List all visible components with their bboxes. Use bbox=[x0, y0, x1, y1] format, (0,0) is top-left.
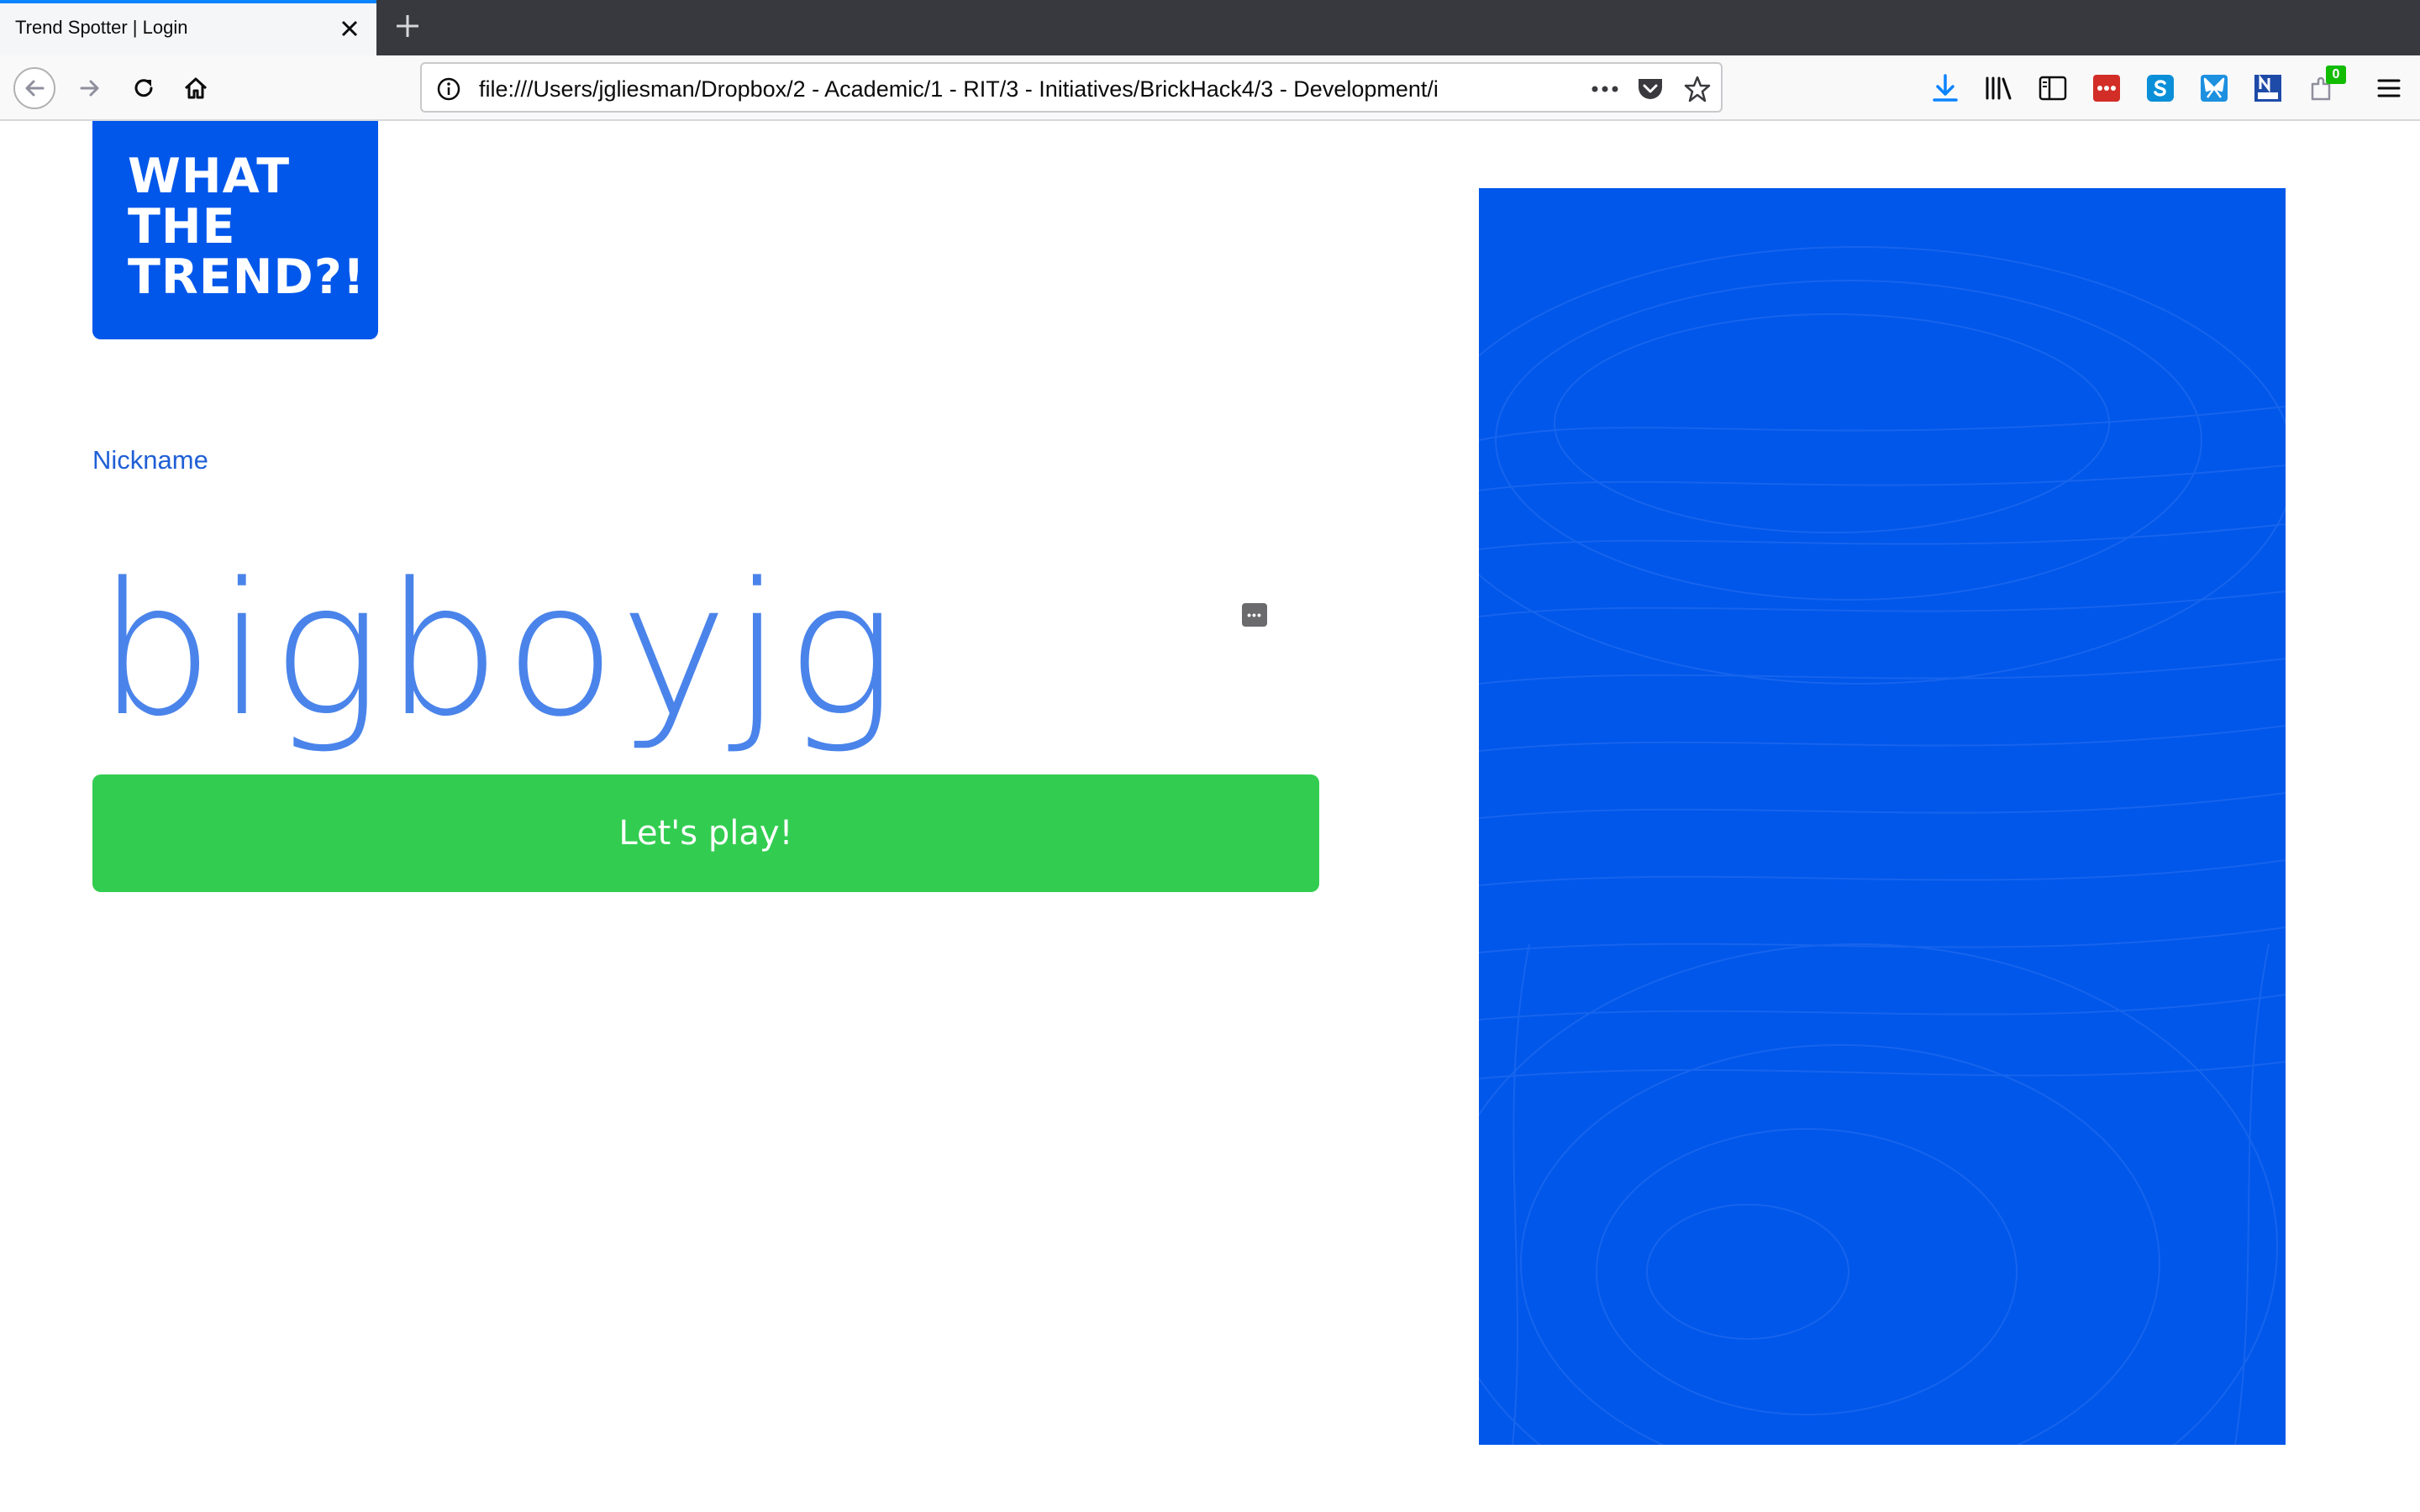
logo: WHAT THE TREND?! bbox=[92, 121, 378, 339]
topographic-pattern bbox=[1479, 246, 2286, 1445]
tab-active[interactable]: Trend Spotter | Login bbox=[0, 0, 376, 55]
home-button[interactable] bbox=[175, 67, 217, 109]
react-devtools-extension[interactable] bbox=[2196, 71, 2232, 106]
arrow-right-icon bbox=[80, 80, 99, 97]
nav-toolbar: file:///Users/jgliesman/Dropbox/2 - Acad… bbox=[0, 55, 2420, 121]
home-icon bbox=[184, 77, 208, 99]
nickname-input[interactable] bbox=[92, 482, 1328, 818]
skype-extension[interactable] bbox=[2143, 71, 2178, 106]
news-extension[interactable] bbox=[2250, 71, 2286, 106]
extension-badge: 0 bbox=[2326, 66, 2346, 84]
url-bar[interactable]: file:///Users/jgliesman/Dropbox/2 - Acad… bbox=[420, 62, 1723, 113]
menu-button[interactable] bbox=[2371, 71, 2407, 106]
puzzle-extension[interactable]: 0 bbox=[2304, 66, 2346, 106]
close-tab-icon[interactable] bbox=[336, 15, 363, 42]
page-actions-button[interactable] bbox=[1590, 74, 1620, 104]
play-button[interactable]: Let's play! bbox=[92, 774, 1319, 892]
forward-button[interactable] bbox=[69, 67, 111, 109]
pocket-icon bbox=[1639, 79, 1662, 99]
back-button[interactable] bbox=[13, 67, 55, 109]
download-icon bbox=[1933, 74, 1958, 102]
sidebar-icon bbox=[2039, 76, 2067, 101]
tab-title: Trend Spotter | Login bbox=[15, 17, 188, 38]
page-content: WHAT THE TREND?! Nickname ••• Let's play… bbox=[0, 121, 2420, 1512]
lastpass-extension[interactable] bbox=[2089, 71, 2124, 106]
library-icon bbox=[1986, 76, 2012, 100]
skype-icon bbox=[2147, 75, 2174, 102]
star-icon bbox=[1684, 76, 1711, 102]
new-tab-icon[interactable] bbox=[392, 10, 424, 42]
reload-button[interactable] bbox=[123, 67, 165, 109]
hamburger-icon bbox=[2377, 79, 2401, 97]
logo-line-2: THE bbox=[128, 199, 236, 255]
library-button[interactable] bbox=[1981, 71, 2017, 106]
logo-line-1: WHAT bbox=[128, 149, 291, 204]
hero-panel bbox=[1479, 188, 2286, 1445]
dots-icon: ••• bbox=[1247, 608, 1262, 622]
reload-icon bbox=[134, 79, 153, 97]
logo-line-3: TREND?! bbox=[128, 249, 366, 305]
password-manager-icon[interactable]: ••• bbox=[1242, 603, 1267, 627]
news-icon bbox=[2254, 74, 2281, 102]
arrow-left-icon bbox=[25, 80, 45, 97]
info-icon[interactable] bbox=[435, 76, 462, 102]
butterfly-icon bbox=[2201, 75, 2228, 102]
pocket-button[interactable] bbox=[1635, 74, 1665, 104]
bookmark-button[interactable] bbox=[1682, 74, 1712, 104]
url-fade bbox=[1447, 67, 1539, 111]
nickname-label: Nickname bbox=[92, 445, 208, 475]
sidebar-button[interactable] bbox=[2035, 71, 2070, 106]
more-dots-icon bbox=[1591, 86, 1618, 92]
downloads-button[interactable] bbox=[1928, 71, 1963, 106]
url-text[interactable]: file:///Users/jgliesman/Dropbox/2 - Acad… bbox=[479, 76, 1529, 102]
tab-strip: Trend Spotter | Login bbox=[0, 0, 2420, 55]
lastpass-icon bbox=[2093, 75, 2120, 102]
